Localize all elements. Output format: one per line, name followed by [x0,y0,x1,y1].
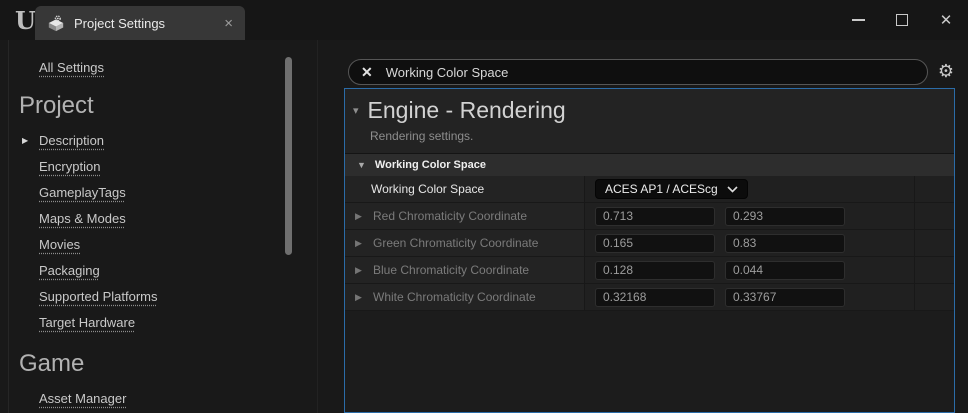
panel-subtitle: Rendering settings. [370,129,954,143]
property-label-cell: ▶ Blue Chromaticity Coordinate [345,257,584,283]
close-icon: ✕ [940,11,953,29]
property-row-white-chromaticity: ▶ White Chromaticity Coordinate 0.32168 … [345,284,954,311]
sidebar-heading-project: Project [19,92,317,120]
property-value-cell: 0.32168 0.33767 [584,284,914,310]
search-query-text: Working Color Space [386,65,509,80]
expand-arrow-icon[interactable]: ▶ [355,211,362,222]
sidebar-item-gameplaytags[interactable]: GameplayTags [39,180,126,206]
row-extra-cell [914,203,954,229]
sidebar-item-supported-platforms[interactable]: Supported Platforms [39,284,158,310]
tab-project-settings[interactable]: Project Settings × [35,6,245,40]
blue-x-value-field[interactable]: 0.128 [595,261,715,280]
property-row-blue-chromaticity: ▶ Blue Chromaticity Coordinate 0.128 0.0… [345,257,954,284]
minimize-icon [852,19,865,21]
maximize-icon [896,14,908,26]
property-label: Red Chromaticity Coordinate [373,209,527,223]
dropdown-value: ACES AP1 / ACEScg [605,182,718,196]
settings-sidebar: All Settings Project ▶Description Encryp… [8,40,317,413]
property-label: White Chromaticity Coordinate [373,290,536,304]
sidebar-list: All Settings Project ▶Description Encryp… [9,40,317,412]
property-value-cell: 0.128 0.044 [584,257,914,283]
property-row-working-color-space: Working Color Space ACES AP1 / ACEScg [345,176,954,203]
minimize-button[interactable] [836,0,880,40]
tab-close-icon[interactable]: × [224,16,233,31]
property-label: Green Chromaticity Coordinate [373,236,538,250]
row-extra-cell [914,176,954,202]
row-extra-cell [914,257,954,283]
property-row-green-chromaticity: ▶ Green Chromaticity Coordinate 0.165 0.… [345,230,954,257]
settings-gear-icon[interactable]: ⚙ [933,58,959,84]
unreal-engine-logo-icon: U [15,6,36,35]
property-label-cell: ▶ Green Chromaticity Coordinate [345,230,584,256]
sidebar-item-encryption[interactable]: Encryption [39,154,100,180]
title-bar: U Project Settings × ✕ [0,0,968,40]
section-working-color-space[interactable]: ▼ Working Color Space [345,153,954,176]
row-extra-cell [914,284,954,310]
property-value-cell: 0.713 0.293 [584,203,914,229]
panel-title: Engine - Rendering [368,97,566,124]
property-value-cell: 0.165 0.83 [584,230,914,256]
section-label: Working Color Space [375,159,486,171]
row-extra-cell [914,230,954,256]
white-y-value-field[interactable]: 0.33767 [725,288,845,307]
sidebar-item-all-settings[interactable]: All Settings [39,58,104,78]
expand-arrow-icon[interactable]: ▶ [355,238,362,249]
property-value-cell: ACES AP1 / ACEScg [584,176,914,202]
property-label-cell: ▶ Red Chromaticity Coordinate [345,203,584,229]
panel-collapse-icon[interactable]: ▾ [353,104,359,117]
tab-label: Project Settings [74,16,215,31]
project-settings-icon [47,14,65,32]
working-color-space-dropdown[interactable]: ACES AP1 / ACEScg [595,179,748,199]
sidebar-item-label: Description [39,133,104,148]
red-y-value-field[interactable]: 0.293 [725,207,845,226]
property-label: Working Color Space [371,182,484,196]
sidebar-item-description[interactable]: ▶Description [39,128,104,154]
panel-header: ▾ Engine - Rendering Rendering settings. [345,89,954,153]
sidebar-item-target-hardware[interactable]: Target Hardware [39,310,135,336]
clear-search-icon[interactable]: ✕ [361,65,373,79]
settings-search-input[interactable]: ✕ Working Color Space [348,59,928,85]
sidebar-heading-game: Game [19,350,317,378]
engine-rendering-panel: ▾ Engine - Rendering Rendering settings.… [344,88,955,413]
sidebar-scrollbar-thumb[interactable] [285,57,292,255]
property-label-cell: Working Color Space [345,176,584,202]
sidebar-item-movies[interactable]: Movies [39,232,80,258]
window-controls: ✕ [836,0,968,40]
white-x-value-field[interactable]: 0.32168 [595,288,715,307]
green-y-value-field[interactable]: 0.83 [725,234,845,253]
expand-arrow-icon[interactable]: ▶ [355,292,362,303]
expand-arrow-icon[interactable]: ▶ [355,265,362,276]
maximize-button[interactable] [880,0,924,40]
red-x-value-field[interactable]: 0.713 [595,207,715,226]
selected-item-marker-icon: ▶ [22,128,28,154]
property-label-cell: ▶ White Chromaticity Coordinate [345,284,584,310]
property-row-red-chromaticity: ▶ Red Chromaticity Coordinate 0.713 0.29… [345,203,954,230]
chevron-down-icon [727,186,738,193]
close-button[interactable]: ✕ [924,0,968,40]
sidebar-item-packaging[interactable]: Packaging [39,258,100,284]
property-label: Blue Chromaticity Coordinate [373,263,529,277]
sidebar-item-asset-manager[interactable]: Asset Manager [39,386,126,412]
sidebar-item-maps-modes[interactable]: Maps & Modes [39,206,126,232]
green-x-value-field[interactable]: 0.165 [595,234,715,253]
project-settings-window: U Project Settings × ✕ All Settings [0,0,968,413]
section-collapse-icon: ▼ [357,160,366,170]
sidebar-main-divider [317,40,318,413]
blue-y-value-field[interactable]: 0.044 [725,261,845,280]
